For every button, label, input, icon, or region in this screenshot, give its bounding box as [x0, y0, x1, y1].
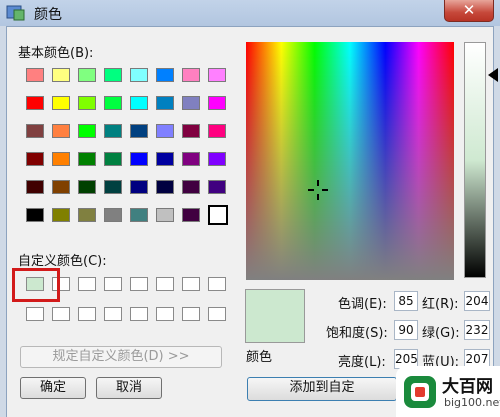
luminosity-bar[interactable] — [464, 42, 486, 278]
basic-color-swatch[interactable] — [52, 180, 70, 194]
custom-color-swatch[interactable] — [182, 307, 200, 321]
basic-color-swatch[interactable] — [26, 180, 44, 194]
basic-color-swatch[interactable] — [130, 96, 148, 110]
basic-color-swatch[interactable] — [208, 96, 226, 110]
basic-color-swatch[interactable] — [104, 96, 122, 110]
basic-color-swatch[interactable] — [130, 208, 148, 222]
basic-color-swatch[interactable] — [104, 68, 122, 82]
basic-color-swatch[interactable] — [130, 68, 148, 82]
basic-color-swatch[interactable] — [182, 208, 200, 222]
basic-color-swatch[interactable] — [130, 180, 148, 194]
custom-color-swatch[interactable] — [104, 277, 122, 291]
watermark-logo-icon — [404, 376, 436, 408]
basic-color-swatch[interactable] — [208, 152, 226, 166]
ok-button[interactable]: 确定 — [20, 377, 86, 399]
watermark-logo: 大百网 big100.net — [396, 366, 500, 417]
custom-color-swatch[interactable] — [208, 277, 226, 291]
basic-color-swatch[interactable] — [52, 96, 70, 110]
red-label: 红(R): — [422, 297, 459, 312]
basic-color-swatch[interactable] — [130, 152, 148, 166]
custom-color-swatch[interactable] — [52, 307, 70, 321]
basic-color-swatch[interactable] — [156, 152, 174, 166]
basic-color-swatch[interactable] — [26, 68, 44, 82]
crosshair-icon — [308, 180, 328, 200]
window-title: 颜色 — [34, 7, 62, 23]
hue-label: 色调(E): — [338, 297, 387, 312]
basic-color-swatch[interactable] — [78, 152, 96, 166]
custom-color-swatch[interactable] — [156, 277, 174, 291]
basic-color-swatch[interactable] — [26, 152, 44, 166]
basic-color-swatch[interactable] — [78, 96, 96, 110]
cancel-button[interactable]: 取消 — [96, 377, 162, 399]
green-input[interactable]: 232 — [464, 320, 490, 340]
luminosity-pointer-icon[interactable] — [488, 68, 498, 82]
basic-color-swatch[interactable] — [208, 68, 226, 82]
luminosity-label: 亮度(L): — [338, 355, 386, 370]
custom-color-swatch[interactable] — [156, 307, 174, 321]
preview-label: 颜色 — [246, 350, 273, 365]
basic-color-swatch[interactable] — [104, 124, 122, 138]
basic-color-swatch[interactable] — [182, 152, 200, 166]
custom-color-swatch[interactable] — [182, 277, 200, 291]
color-palette-icon — [6, 5, 25, 21]
basic-color-swatch[interactable] — [156, 68, 174, 82]
basic-color-swatch[interactable] — [156, 96, 174, 110]
custom-color-swatch[interactable] — [208, 307, 226, 321]
custom-color-swatch[interactable] — [130, 277, 148, 291]
basic-color-swatch[interactable] — [104, 208, 122, 222]
hue-input[interactable]: 85 — [394, 291, 418, 311]
basic-color-swatch[interactable] — [52, 152, 70, 166]
basic-color-swatch[interactable] — [156, 180, 174, 194]
basic-color-swatch[interactable] — [182, 68, 200, 82]
basic-color-swatch[interactable] — [104, 152, 122, 166]
basic-color-swatch[interactable] — [52, 124, 70, 138]
basic-color-swatch[interactable] — [26, 96, 44, 110]
basic-color-swatch[interactable] — [52, 68, 70, 82]
basic-color-swatch[interactable] — [182, 124, 200, 138]
basic-color-swatch[interactable] — [208, 180, 226, 194]
red-input[interactable]: 204 — [464, 291, 490, 311]
basic-color-swatch[interactable] — [78, 180, 96, 194]
watermark-url: big100.net — [444, 396, 500, 409]
custom-color-swatch[interactable] — [130, 307, 148, 321]
custom-color-swatch[interactable] — [78, 307, 96, 321]
custom-colors-label: 自定义颜色(C): — [18, 254, 107, 269]
saturation-label: 饱和度(S): — [326, 326, 388, 341]
color-spectrum[interactable] — [246, 42, 454, 280]
basic-color-swatch[interactable] — [52, 208, 70, 222]
basic-color-swatch[interactable] — [104, 180, 122, 194]
basic-color-swatch[interactable] — [156, 208, 174, 222]
green-label: 绿(G): — [422, 326, 460, 341]
define-custom-colors-button[interactable]: 规定自定义颜色(D) >> — [20, 346, 222, 368]
basic-color-swatch[interactable] — [208, 205, 228, 225]
watermark-name: 大百网 — [442, 377, 493, 397]
custom-color-swatch[interactable] — [78, 277, 96, 291]
custom-color-swatch[interactable] — [26, 307, 44, 321]
saturation-input[interactable]: 90 — [394, 320, 418, 340]
basic-color-swatch[interactable] — [182, 180, 200, 194]
basic-color-swatch[interactable] — [130, 124, 148, 138]
basic-color-swatch[interactable] — [26, 208, 44, 222]
basic-colors-label: 基本颜色(B): — [18, 46, 94, 61]
title-bar — [0, 0, 500, 26]
close-button[interactable]: ✕ — [444, 0, 494, 22]
basic-color-swatch[interactable] — [78, 68, 96, 82]
basic-color-swatch[interactable] — [182, 96, 200, 110]
basic-color-swatch[interactable] — [26, 124, 44, 138]
custom-color-swatch[interactable] — [104, 307, 122, 321]
basic-color-swatch[interactable] — [208, 124, 226, 138]
basic-color-swatch[interactable] — [156, 124, 174, 138]
add-to-custom-colors-button[interactable]: 添加到自定 — [247, 377, 397, 401]
basic-color-swatch[interactable] — [78, 124, 96, 138]
selected-custom-color-highlight — [12, 268, 60, 302]
color-preview — [245, 289, 305, 343]
basic-color-swatch[interactable] — [78, 208, 96, 222]
